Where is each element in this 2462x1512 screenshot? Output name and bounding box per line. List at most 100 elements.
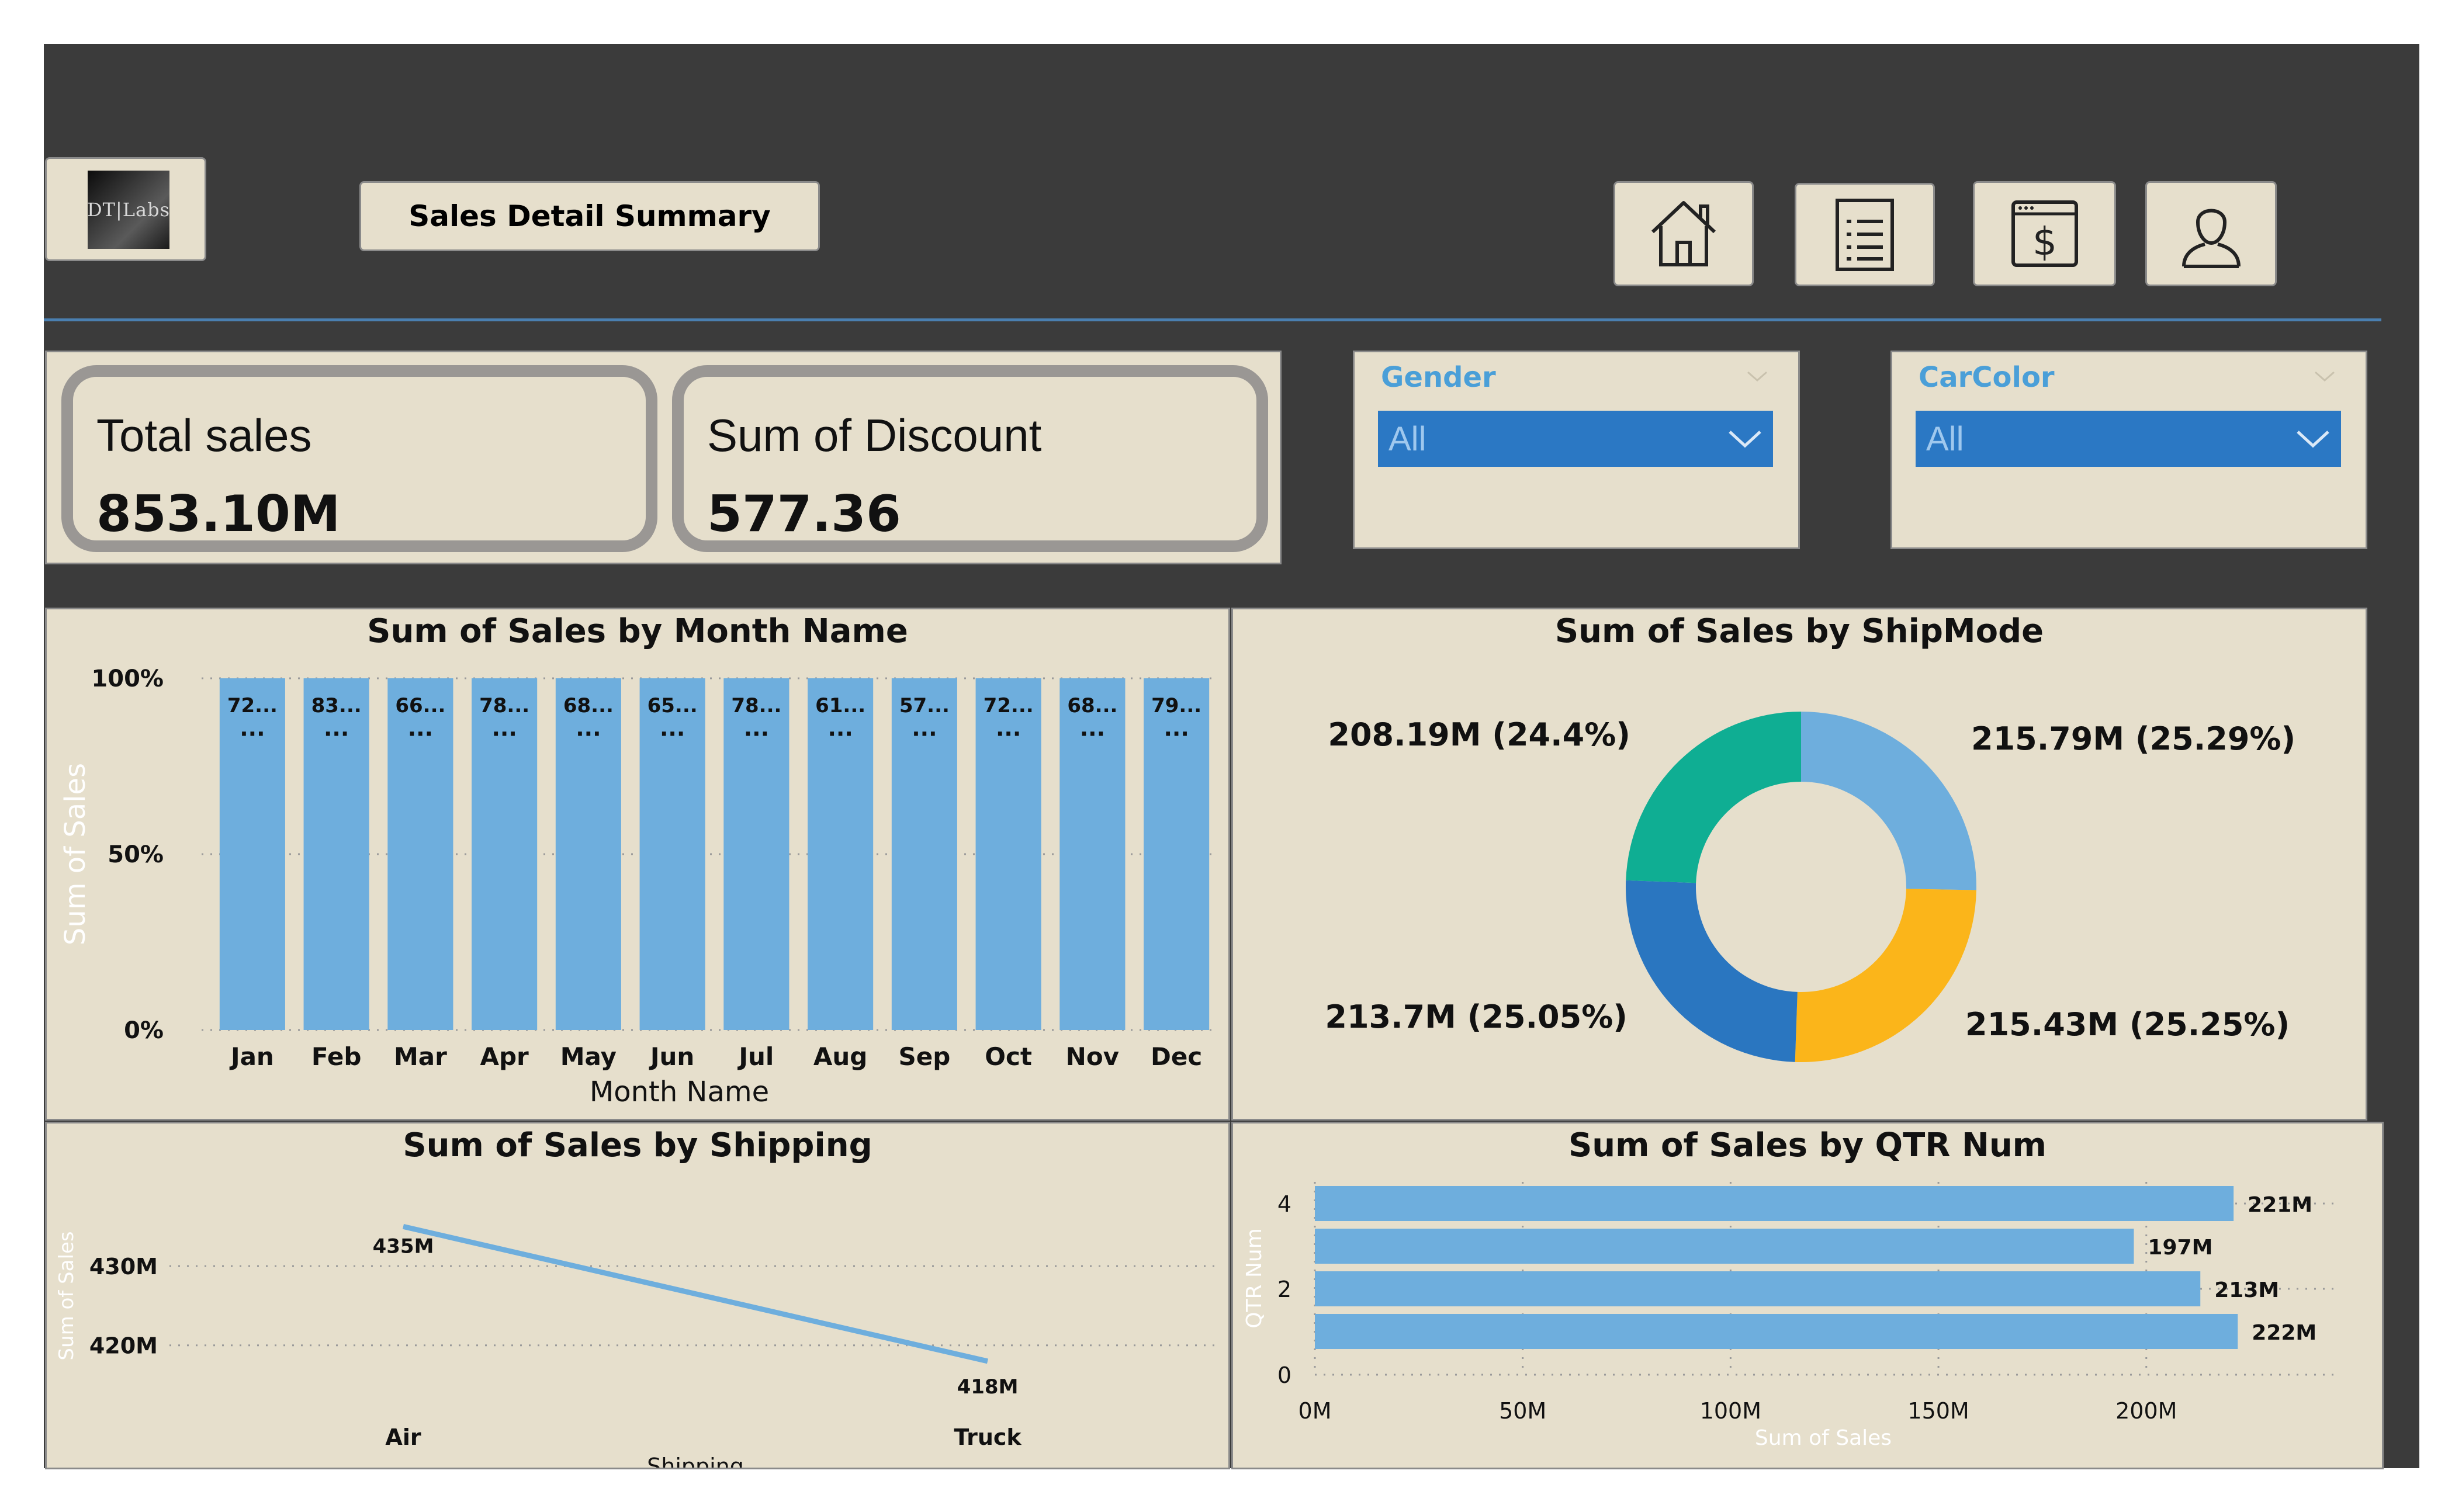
x-tick-label: Dec bbox=[1151, 1042, 1202, 1071]
x-axis-title: Month Name bbox=[590, 1076, 769, 1108]
y-tick-label: 0 bbox=[1277, 1362, 1291, 1388]
x-tick-label: Apr bbox=[480, 1042, 529, 1071]
y-tick-label: 420M bbox=[89, 1333, 158, 1359]
donut-slice bbox=[1795, 889, 1976, 1062]
data-label: 72... bbox=[227, 694, 278, 717]
slice-label: 215.43M (25.25%) bbox=[1965, 1006, 2290, 1043]
shipping-line-chart: 430M 420M 435M Air 418M Truck Shipping Sum of S… bbox=[55, 1223, 1216, 1468]
svg-text:$: $ bbox=[2032, 219, 2057, 264]
x-tick-label: Truck bbox=[954, 1424, 1021, 1450]
donut-slice bbox=[1626, 880, 1798, 1062]
kpi-label: Total sales bbox=[96, 410, 312, 461]
qtr-chart-panel: Sum of Sales by QTR Num 0M 50M 100M 150M 200… bbox=[1231, 1122, 2384, 1469]
user-button[interactable] bbox=[2145, 181, 2277, 286]
carcolor-dropdown[interactable]: All bbox=[1916, 411, 2341, 467]
more-ellipsis: ··· bbox=[912, 721, 937, 747]
month-bar-chart: 100% 50% 0% 72... ··· Jan 83... ··· Feb 66... ··· M… bbox=[59, 665, 1218, 1108]
x-tick-label: 100M bbox=[1700, 1398, 1761, 1424]
y-axis-title: QTR Num bbox=[1242, 1228, 1266, 1329]
more-ellipsis: ··· bbox=[408, 721, 433, 747]
chevron-down-icon bbox=[2297, 431, 2329, 448]
shipping-chart-panel: Sum of Sales by Shipping 430M 420M 435M Air… bbox=[45, 1122, 1230, 1469]
more-ellipsis: ··· bbox=[1164, 721, 1189, 747]
x-tick-label: 200M bbox=[2115, 1398, 2177, 1424]
bar-qtr-1 bbox=[1315, 1314, 2238, 1349]
kpi-card-total-sales: Total sales 853.10M bbox=[61, 365, 657, 552]
y-axis-title: Sum of Sales bbox=[59, 763, 92, 945]
chevron-down-icon bbox=[2315, 371, 2335, 382]
x-tick-label: Feb bbox=[311, 1042, 362, 1071]
series-line bbox=[402, 1223, 989, 1364]
data-label: 197M bbox=[2148, 1236, 2212, 1260]
billing-button[interactable]: $ bbox=[1973, 181, 2116, 286]
data-label: 72... bbox=[984, 694, 1034, 717]
page-title-button[interactable]: Sales Detail Summary bbox=[359, 181, 820, 251]
x-tick-label: Mar bbox=[394, 1042, 447, 1071]
x-tick-label: 50M bbox=[1499, 1398, 1546, 1424]
logo-button[interactable]: DT|Labs bbox=[45, 157, 206, 261]
x-tick-label: Oct bbox=[985, 1042, 1032, 1071]
gender-slicer: Gender All bbox=[1353, 351, 1800, 549]
dropdown-value: All bbox=[1926, 419, 1964, 458]
x-tick-label: Jul bbox=[737, 1042, 774, 1071]
data-label: 435M bbox=[373, 1234, 434, 1258]
user-icon bbox=[2181, 209, 2241, 268]
shipmode-donut-chart: 215.79M (25.29%) 215.43M (25.25%) 213.7M (… bbox=[1325, 712, 2295, 1062]
x-axis-title: Shipping bbox=[647, 1454, 744, 1468]
y-tick-label: 430M bbox=[89, 1254, 158, 1279]
bar-qtr-3 bbox=[1315, 1229, 2134, 1264]
x-tick-label: 150M bbox=[1907, 1398, 1969, 1424]
more-ellipsis: ··· bbox=[491, 721, 517, 747]
kpi-value: 577.36 bbox=[707, 485, 901, 543]
x-tick-label: May bbox=[560, 1042, 617, 1071]
data-label: 68... bbox=[1067, 694, 1117, 717]
header-divider bbox=[44, 318, 2381, 321]
y-tick-label: 100% bbox=[91, 665, 164, 692]
slice-label: 215.79M (25.29%) bbox=[1971, 720, 2295, 757]
more-ellipsis: ··· bbox=[576, 721, 601, 747]
x-tick-label: Jan bbox=[229, 1042, 274, 1071]
home-icon bbox=[1651, 201, 1716, 266]
y-axis-title: Sum of Sales bbox=[55, 1231, 78, 1360]
x-tick-label: Jun bbox=[649, 1042, 694, 1071]
data-label: 57... bbox=[899, 694, 950, 717]
more-ellipsis: ··· bbox=[827, 721, 853, 747]
more-ellipsis: ··· bbox=[744, 721, 769, 747]
dashboard: DT|Labs Sales Detail Summary $ Total sal… bbox=[44, 44, 2419, 1469]
report-button[interactable] bbox=[1795, 183, 1935, 286]
data-label: 213M bbox=[2214, 1278, 2279, 1302]
data-label: 65... bbox=[647, 694, 698, 717]
x-tick-label: Nov bbox=[1066, 1042, 1119, 1071]
donut-slice bbox=[1801, 712, 1976, 890]
month-chart-panel: Sum of Sales by Month Name 100% 50% 0% 72..… bbox=[45, 608, 1230, 1121]
y-tick-label: 2 bbox=[1277, 1277, 1291, 1302]
data-label: 418M bbox=[957, 1375, 1019, 1399]
data-label: 66... bbox=[395, 694, 445, 717]
data-label: 83... bbox=[311, 694, 362, 717]
bar-qtr-2 bbox=[1315, 1271, 2201, 1306]
billing-icon: $ bbox=[2011, 200, 2078, 267]
x-tick-label: 0M bbox=[1298, 1398, 1332, 1424]
page-title: Sales Detail Summary bbox=[408, 199, 771, 233]
more-ellipsis: ··· bbox=[660, 721, 685, 747]
logo-text: DT|Labs bbox=[87, 199, 171, 221]
logo: DT|Labs bbox=[87, 171, 171, 249]
chevron-down-icon bbox=[1729, 431, 1761, 448]
more-ellipsis: ··· bbox=[996, 721, 1021, 747]
y-tick-label: 4 bbox=[1277, 1191, 1291, 1217]
data-label: 61... bbox=[815, 694, 865, 717]
gender-dropdown[interactable]: All bbox=[1378, 411, 1773, 467]
x-tick-label: Sep bbox=[898, 1042, 950, 1071]
y-tick-label: 50% bbox=[108, 841, 164, 868]
data-label: 78... bbox=[479, 694, 529, 717]
x-axis-title: Sum of Sales bbox=[1755, 1426, 1892, 1450]
data-label: 222M bbox=[2252, 1321, 2316, 1345]
home-button[interactable] bbox=[1613, 181, 1754, 286]
slice-label: 213.7M (25.05%) bbox=[1325, 998, 1628, 1035]
chevron-down-icon bbox=[1747, 371, 1767, 382]
more-ellipsis: ··· bbox=[1080, 721, 1105, 747]
qtr-bar-chart: 0M 50M 100M 150M 200M 4 2 0 221M 197M213M 222M Sum … bbox=[1242, 1182, 2338, 1450]
x-tick-label: Aug bbox=[813, 1042, 867, 1071]
carcolor-slicer: CarColor All bbox=[1890, 351, 2367, 549]
slicer-title: CarColor bbox=[1919, 361, 2055, 394]
